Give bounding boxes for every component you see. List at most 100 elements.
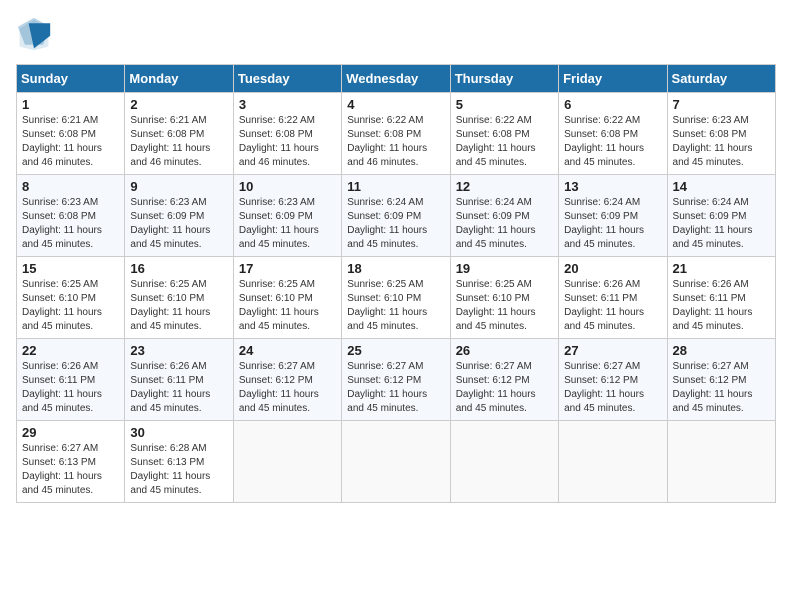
calendar-cell: 19 Sunrise: 6:25 AMSunset: 6:10 PMDayligh… — [450, 257, 558, 339]
calendar-cell: 15 Sunrise: 6:25 AMSunset: 6:10 PMDayligh… — [17, 257, 125, 339]
cell-day-number: 1 — [22, 97, 119, 112]
cell-info: Sunrise: 6:21 AMSunset: 6:08 PMDaylight:… — [130, 114, 227, 170]
calendar-table: SundayMondayTuesdayWednesdayThursdayFrid… — [16, 64, 776, 503]
cell-info: Sunrise: 6:26 AMSunset: 6:11 PMDaylight:… — [564, 278, 661, 334]
calendar-cell: 13 Sunrise: 6:24 AMSunset: 6:09 PMDayligh… — [559, 175, 667, 257]
calendar-cell: 20 Sunrise: 6:26 AMSunset: 6:11 PMDayligh… — [559, 257, 667, 339]
cell-day-number: 24 — [239, 343, 336, 358]
cell-info: Sunrise: 6:23 AMSunset: 6:09 PMDaylight:… — [130, 196, 227, 252]
header-day-tuesday: Tuesday — [233, 65, 341, 93]
calendar-cell: 28Sunrise: 6:27 AMSunset: 6:12 PMDayligh… — [667, 339, 775, 421]
cell-info: Sunrise: 6:23 AMSunset: 6:09 PMDaylight:… — [239, 196, 336, 252]
cell-info: Sunrise: 6:22 AMSunset: 6:08 PMDaylight:… — [347, 114, 444, 170]
cell-day-number: 29 — [22, 425, 119, 440]
calendar-week-row: 8 Sunrise: 6:23 AMSunset: 6:08 PMDaylight… — [17, 175, 776, 257]
cell-day-number: 5 — [456, 97, 553, 112]
calendar-cell: 26Sunrise: 6:27 AMSunset: 6:12 PMDayligh… — [450, 339, 558, 421]
calendar-cell — [233, 421, 341, 503]
cell-day-number: 13 — [564, 179, 661, 194]
cell-day-number: 20 — [564, 261, 661, 276]
cell-day-number: 18 — [347, 261, 444, 276]
cell-info: Sunrise: 6:24 AMSunset: 6:09 PMDaylight:… — [673, 196, 770, 252]
cell-info: Sunrise: 6:22 AMSunset: 6:08 PMDaylight:… — [239, 114, 336, 170]
cell-day-number: 10 — [239, 179, 336, 194]
cell-info: Sunrise: 6:27 AMSunset: 6:13 PMDaylight:… — [22, 442, 119, 498]
calendar-cell: 3 Sunrise: 6:22 AMSunset: 6:08 PMDaylight… — [233, 93, 341, 175]
cell-day-number: 6 — [564, 97, 661, 112]
calendar-cell: 5 Sunrise: 6:22 AMSunset: 6:08 PMDaylight… — [450, 93, 558, 175]
logo — [16, 16, 58, 52]
cell-info: Sunrise: 6:22 AMSunset: 6:08 PMDaylight:… — [564, 114, 661, 170]
cell-day-number: 14 — [673, 179, 770, 194]
cell-info: Sunrise: 6:21 AMSunset: 6:08 PMDaylight:… — [22, 114, 119, 170]
calendar-cell: 9 Sunrise: 6:23 AMSunset: 6:09 PMDaylight… — [125, 175, 233, 257]
cell-info: Sunrise: 6:27 AMSunset: 6:12 PMDaylight:… — [673, 360, 770, 416]
cell-day-number: 17 — [239, 261, 336, 276]
calendar-cell: 11 Sunrise: 6:24 AMSunset: 6:09 PMDayligh… — [342, 175, 450, 257]
cell-day-number: 21 — [673, 261, 770, 276]
cell-day-number: 22 — [22, 343, 119, 358]
header-day-saturday: Saturday — [667, 65, 775, 93]
cell-day-number: 8 — [22, 179, 119, 194]
cell-info: Sunrise: 6:25 AMSunset: 6:10 PMDaylight:… — [22, 278, 119, 334]
header-day-monday: Monday — [125, 65, 233, 93]
cell-day-number: 3 — [239, 97, 336, 112]
cell-info: Sunrise: 6:25 AMSunset: 6:10 PMDaylight:… — [239, 278, 336, 334]
calendar-cell: 24 Sunrise: 6:27 AMSunset: 6:12 PMDayligh… — [233, 339, 341, 421]
cell-day-number: 11 — [347, 179, 444, 194]
calendar-cell: 18 Sunrise: 6:25 AMSunset: 6:10 PMDayligh… — [342, 257, 450, 339]
calendar-cell: 29 Sunrise: 6:27 AMSunset: 6:13 PMDayligh… — [17, 421, 125, 503]
cell-day-number: 9 — [130, 179, 227, 194]
header-day-sunday: Sunday — [17, 65, 125, 93]
calendar-cell: 12Sunrise: 6:24 AMSunset: 6:09 PMDayligh… — [450, 175, 558, 257]
calendar-cell: 22 Sunrise: 6:26 AMSunset: 6:11 PMDayligh… — [17, 339, 125, 421]
cell-info: Sunrise: 6:26 AMSunset: 6:11 PMDaylight:… — [673, 278, 770, 334]
calendar-cell: 30 Sunrise: 6:28 AMSunset: 6:13 PMDayligh… — [125, 421, 233, 503]
cell-info: Sunrise: 6:27 AMSunset: 6:12 PMDaylight:… — [564, 360, 661, 416]
cell-info: Sunrise: 6:22 AMSunset: 6:08 PMDaylight:… — [456, 114, 553, 170]
calendar-cell: 4Sunrise: 6:22 AMSunset: 6:08 PMDaylight… — [342, 93, 450, 175]
calendar-cell: 6 Sunrise: 6:22 AMSunset: 6:08 PMDaylight… — [559, 93, 667, 175]
cell-info: Sunrise: 6:27 AMSunset: 6:12 PMDaylight:… — [239, 360, 336, 416]
cell-info: Sunrise: 6:28 AMSunset: 6:13 PMDaylight:… — [130, 442, 227, 498]
header-day-friday: Friday — [559, 65, 667, 93]
calendar-cell: 25Sunrise: 6:27 AMSunset: 6:12 PMDayligh… — [342, 339, 450, 421]
calendar-cell: 10 Sunrise: 6:23 AMSunset: 6:09 PMDayligh… — [233, 175, 341, 257]
cell-day-number: 30 — [130, 425, 227, 440]
cell-info: Sunrise: 6:24 AMSunset: 6:09 PMDaylight:… — [456, 196, 553, 252]
calendar-cell: 14 Sunrise: 6:24 AMSunset: 6:09 PMDayligh… — [667, 175, 775, 257]
logo-icon — [16, 16, 52, 52]
cell-info: Sunrise: 6:26 AMSunset: 6:11 PMDaylight:… — [22, 360, 119, 416]
cell-info: Sunrise: 6:24 AMSunset: 6:09 PMDaylight:… — [564, 196, 661, 252]
calendar-week-row: 15 Sunrise: 6:25 AMSunset: 6:10 PMDayligh… — [17, 257, 776, 339]
calendar-cell: 17 Sunrise: 6:25 AMSunset: 6:10 PMDayligh… — [233, 257, 341, 339]
calendar-cell: 21 Sunrise: 6:26 AMSunset: 6:11 PMDayligh… — [667, 257, 775, 339]
cell-info: Sunrise: 6:23 AMSunset: 6:08 PMDaylight:… — [673, 114, 770, 170]
calendar-cell — [667, 421, 775, 503]
cell-day-number: 15 — [22, 261, 119, 276]
calendar-cell — [342, 421, 450, 503]
cell-info: Sunrise: 6:23 AMSunset: 6:08 PMDaylight:… — [22, 196, 119, 252]
calendar-cell: 27Sunrise: 6:27 AMSunset: 6:12 PMDayligh… — [559, 339, 667, 421]
header — [16, 16, 776, 52]
cell-day-number: 16 — [130, 261, 227, 276]
calendar-header-row: SundayMondayTuesdayWednesdayThursdayFrid… — [17, 65, 776, 93]
calendar-cell — [450, 421, 558, 503]
cell-info: Sunrise: 6:25 AMSunset: 6:10 PMDaylight:… — [130, 278, 227, 334]
cell-info: Sunrise: 6:25 AMSunset: 6:10 PMDaylight:… — [347, 278, 444, 334]
calendar-week-row: 1 Sunrise: 6:21 AMSunset: 6:08 PMDaylight… — [17, 93, 776, 175]
cell-info: Sunrise: 6:25 AMSunset: 6:10 PMDaylight:… — [456, 278, 553, 334]
cell-info: Sunrise: 6:24 AMSunset: 6:09 PMDaylight:… — [347, 196, 444, 252]
calendar-cell: 23Sunrise: 6:26 AMSunset: 6:11 PMDayligh… — [125, 339, 233, 421]
calendar-cell: 7Sunrise: 6:23 AMSunset: 6:08 PMDaylight… — [667, 93, 775, 175]
calendar-week-row: 29 Sunrise: 6:27 AMSunset: 6:13 PMDayligh… — [17, 421, 776, 503]
calendar-cell — [559, 421, 667, 503]
cell-info: Sunrise: 6:27 AMSunset: 6:12 PMDaylight:… — [456, 360, 553, 416]
cell-day-number: 19 — [456, 261, 553, 276]
cell-day-number: 25 — [347, 343, 444, 358]
calendar-cell: 16 Sunrise: 6:25 AMSunset: 6:10 PMDayligh… — [125, 257, 233, 339]
calendar-cell: 1 Sunrise: 6:21 AMSunset: 6:08 PMDaylight… — [17, 93, 125, 175]
cell-day-number: 2 — [130, 97, 227, 112]
header-day-wednesday: Wednesday — [342, 65, 450, 93]
calendar-cell: 8 Sunrise: 6:23 AMSunset: 6:08 PMDaylight… — [17, 175, 125, 257]
